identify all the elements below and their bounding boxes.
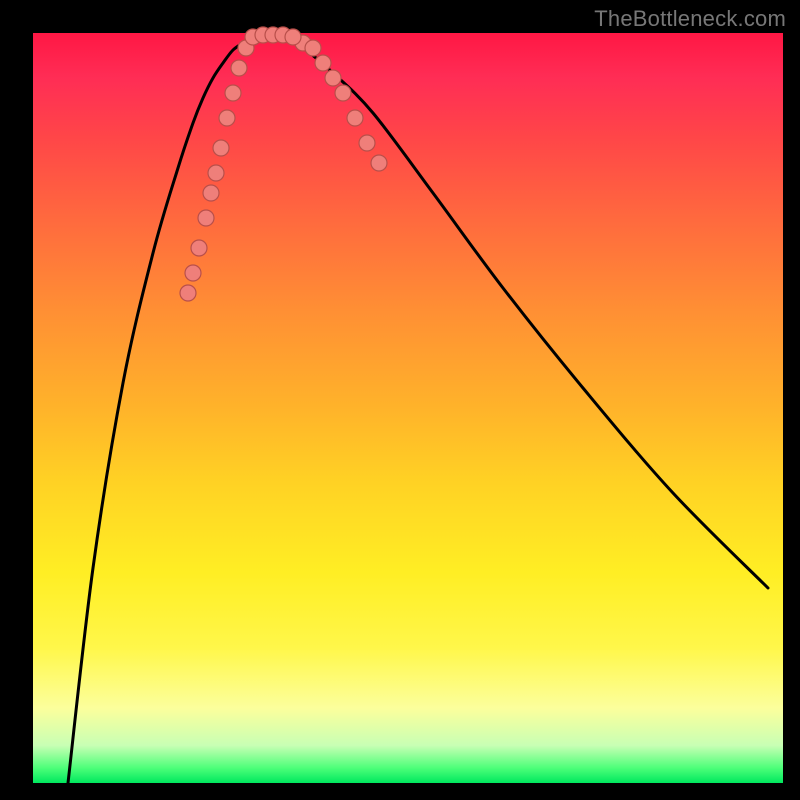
data-point <box>231 60 247 76</box>
data-point <box>325 70 341 86</box>
data-point <box>315 55 331 71</box>
data-point <box>359 135 375 151</box>
data-point <box>203 185 219 201</box>
dots-bottom <box>245 27 301 45</box>
chart-svg <box>33 33 783 783</box>
data-point <box>219 110 235 126</box>
watermark-text: TheBottleneck.com <box>594 6 786 32</box>
data-point <box>371 155 387 171</box>
data-point <box>347 110 363 126</box>
data-point <box>335 85 351 101</box>
dots-left <box>180 40 254 301</box>
data-point <box>191 240 207 256</box>
data-point <box>225 85 241 101</box>
bottleneck-curve <box>68 36 768 783</box>
data-point <box>285 29 301 45</box>
data-point <box>198 210 214 226</box>
plot-area <box>33 33 783 783</box>
dots-right <box>295 35 387 171</box>
data-point <box>185 265 201 281</box>
data-point <box>180 285 196 301</box>
data-point <box>305 40 321 56</box>
data-point <box>213 140 229 156</box>
chart-stage: TheBottleneck.com <box>0 0 800 800</box>
data-point <box>208 165 224 181</box>
